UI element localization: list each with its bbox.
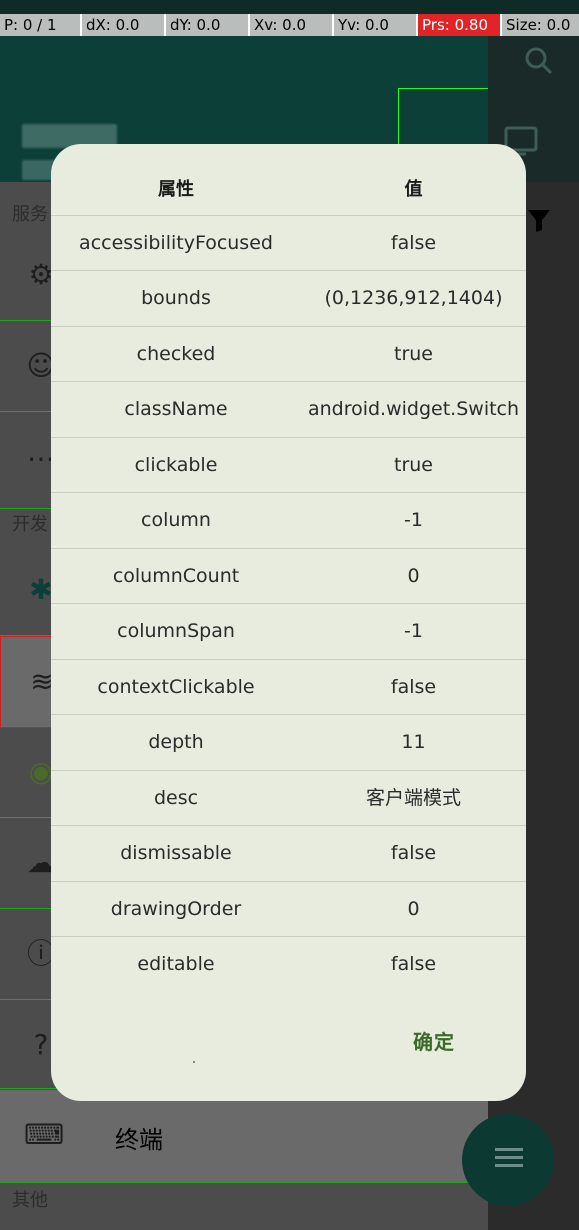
size-value: Size: 0.0 [506,16,571,34]
property-value: true [394,343,433,365]
property-value: 11 [401,731,426,753]
property-row: contextClickable false [51,659,526,715]
search-icon[interactable] [525,47,553,75]
property-key: desc [153,787,199,809]
property-value: 0 [407,898,420,920]
property-key: depth [148,731,204,753]
section-other-label: 其他 [12,1190,48,1211]
property-value: android.widget.Switch [307,398,520,420]
pressure-value: Prs: 0.80 [418,14,502,36]
property-key: clickable [134,454,218,476]
property-key: className [124,398,228,420]
property-key: column [141,509,211,531]
attribute-column-header: 属性 [158,179,194,200]
property-value: true [394,454,433,476]
property-row: clickable true [51,437,526,493]
menu-fab[interactable] [462,1114,554,1206]
terminal-label: 终端 [115,1126,163,1154]
property-row: dismissable false [51,825,526,881]
pointer-count: P: 0 / 1 [0,14,82,36]
property-row: columnSpan -1 [51,603,526,659]
property-value: false [390,232,437,254]
pointer-debug-bar: P: 0 / 1 dX: 0.0 dY: 0.0 Xv: 0.0 Yv: 0.0… [0,14,579,36]
property-key: columnSpan [117,620,235,642]
property-row: columnCount 0 [51,548,526,604]
dx-value: dX: 0.0 [82,14,166,36]
property-value: false [390,953,437,975]
scroll-indicator [193,1061,195,1063]
property-key: drawingOrder [110,898,242,920]
drawer-item-terminal[interactable]: ⌨ [0,1090,488,1183]
property-row: depth 11 [51,714,526,770]
property-row: accessibilityFocused false [51,215,526,271]
properties-dialog: 属性 值 accessibilityFocused false bounds (0,… [51,144,526,1101]
property-value: false [390,842,437,864]
property-key: bounds [141,287,211,309]
property-row: drawingOrder 0 [51,881,526,937]
menu-icon [495,1148,523,1151]
property-row: checked true [51,326,526,382]
confirm-button[interactable]: 确定 [413,1026,455,1055]
property-key: editable [137,953,215,975]
xv-value: Xv: 0.0 [250,14,334,36]
property-value: (0,1236,912,1404) [324,287,503,309]
property-value: -1 [404,620,423,642]
property-row: column -1 [51,492,526,548]
property-value: 客户端模式 [365,787,461,809]
property-row: className android.widget.Switch [51,381,526,437]
property-value: 0 [407,565,420,587]
yv-value: Yv: 0.0 [334,14,418,36]
property-value: false [390,676,437,698]
value-column-header: 值 [404,179,423,200]
property-value: -1 [404,509,423,531]
dy-value: dY: 0.0 [166,14,250,36]
keyboard-icon: ⌨ [24,1118,65,1151]
property-key: columnCount [112,565,240,587]
property-row: editable false [51,936,526,992]
property-key: contextClickable [97,676,255,698]
dialog-header: 属性 值 [51,144,526,215]
property-key: dismissable [120,842,232,864]
property-row: bounds (0,1236,912,1404) [51,270,526,326]
property-key: accessibilityFocused [79,232,273,254]
property-row: desc 客户端模式 [51,770,526,826]
property-key: checked [136,343,216,365]
